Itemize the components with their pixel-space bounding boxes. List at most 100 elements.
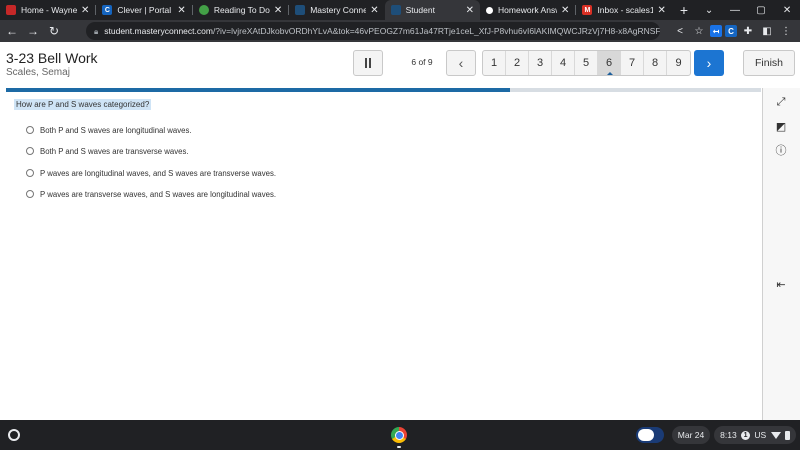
browser-tab-active[interactable]: Student ✕: [384, 0, 481, 20]
question-number-button[interactable]: 7: [621, 51, 644, 75]
browser-tab[interactable]: Homework Answ ✕: [480, 0, 575, 20]
tab-close-icon[interactable]: ✕: [81, 5, 89, 16]
question-navigator: 1 2 3 4 5 6 7 8 9: [482, 50, 691, 76]
accessibility-icon[interactable]: ⓘ: [773, 142, 789, 158]
forward-arrow-icon[interactable]: →: [24, 22, 42, 40]
radio-button[interactable]: [26, 190, 34, 198]
next-question-button[interactable]: ›: [694, 50, 724, 76]
extension-icon[interactable]: ↤: [710, 25, 722, 37]
launcher-icon[interactable]: [8, 429, 20, 441]
new-tab-button[interactable]: +: [672, 0, 696, 20]
answer-choice-label: P waves are transverse waves, and S wave…: [40, 189, 277, 199]
address-bar[interactable]: 🔒︎ student.masteryconnect.com /?iv=lvjre…: [86, 22, 660, 40]
url-host: student.masteryconnect.com: [104, 26, 213, 36]
pause-bar-icon: [369, 58, 371, 68]
browser-tab[interactable]: Home - Wayne Co ✕: [0, 0, 95, 20]
tab-close-icon[interactable]: ✕: [370, 5, 378, 16]
chevron-right-icon: ›: [706, 55, 712, 71]
clock-time: 8:13: [720, 430, 737, 440]
question-number-button[interactable]: 9: [667, 51, 690, 75]
answer-choice-label: P waves are longitudinal waves, and S wa…: [40, 168, 277, 178]
question-number-button[interactable]: 4: [552, 51, 575, 75]
lock-icon: 🔒︎: [94, 27, 99, 36]
finish-button[interactable]: Finish: [743, 50, 795, 76]
toolbar-actions: < ☆ ↤ C ✚ ◧ ⋮: [672, 22, 794, 40]
back-arrow-icon[interactable]: ←: [3, 22, 21, 40]
tab-close-icon[interactable]: ✕: [177, 5, 185, 16]
previous-question-button[interactable]: ‹: [446, 50, 476, 76]
running-indicator: [397, 446, 401, 448]
question-progress: 6 of 9: [411, 57, 433, 67]
os-shelf: Mar 24 8:13 1 US: [0, 420, 800, 450]
tab-title: Home - Wayne Co: [21, 5, 78, 15]
mastery-favicon-icon: [295, 5, 306, 15]
question-number-button-current[interactable]: 6: [598, 51, 621, 75]
answer-choice-label: Both P and S waves are transverse waves.: [40, 146, 189, 156]
question-prompt: How are P and S waves categorized?: [14, 99, 152, 110]
tab-favicon-icon: [6, 5, 16, 15]
question-number-button[interactable]: 2: [506, 51, 529, 75]
notepad-icon[interactable]: ◩: [773, 118, 789, 134]
minimize-icon[interactable]: —: [722, 5, 748, 16]
question-number-button[interactable]: 8: [644, 51, 667, 75]
mastery-favicon-icon: [390, 5, 401, 15]
question-number-button[interactable]: 3: [529, 51, 552, 75]
clever-favicon-icon: C: [102, 5, 113, 15]
answer-choice[interactable]: P waves are transverse waves, and S wave…: [26, 188, 276, 200]
question-number-button[interactable]: 1: [483, 51, 506, 75]
maximize-icon[interactable]: ▢: [748, 5, 774, 16]
browser-tab-strip: Home - Wayne Co ✕ C Clever | Portal ✕ Re…: [0, 0, 800, 20]
input-method-icon[interactable]: [636, 427, 664, 443]
clever-extension-icon[interactable]: C: [725, 25, 737, 37]
pause-bar-icon: [365, 58, 367, 68]
answer-choice[interactable]: Both P and S waves are transverse waves.: [26, 145, 189, 157]
answer-choice-label: Both P and S waves are longitudinal wave…: [40, 125, 192, 135]
tab-favicon-icon: [198, 5, 209, 15]
answer-choice[interactable]: Both P and S waves are longitudinal wave…: [26, 124, 192, 136]
share-icon[interactable]: <: [672, 23, 688, 39]
gmail-favicon-icon: M: [582, 5, 593, 15]
chevron-left-icon: ‹: [458, 55, 464, 71]
side-panel-icon[interactable]: ◧: [759, 23, 775, 39]
tab-close-icon[interactable]: ✕: [274, 5, 282, 16]
browser-tab[interactable]: M Inbox - scales129 ✕: [576, 0, 671, 20]
browser-toolbar: ← → ↻ 🔒︎ student.masteryconnect.com /?iv…: [0, 20, 800, 42]
tab-close-icon[interactable]: ✕: [561, 5, 569, 16]
locale-label: US: [754, 430, 767, 440]
tab-title: Mastery Connect: [310, 5, 367, 15]
radio-button[interactable]: [26, 169, 34, 177]
tab-title: Reading To Do, i-R: [213, 5, 270, 15]
browser-tab[interactable]: C Clever | Portal ✕: [96, 0, 191, 20]
browser-tab[interactable]: Reading To Do, i-R ✕: [193, 0, 288, 20]
answer-choice[interactable]: P waves are longitudinal waves, and S wa…: [26, 167, 276, 179]
url-path: /?iv=lvjreXAtDJkobvORDhYLvA&tok=46vPEOGZ…: [212, 26, 660, 36]
notification-icon: 1: [741, 430, 751, 440]
close-window-icon[interactable]: ✕: [774, 5, 800, 16]
wifi-icon: [770, 431, 781, 439]
page-title: 3-23 Bell Work: [6, 50, 98, 66]
browser-tab[interactable]: Mastery Connect ✕: [289, 0, 384, 20]
menu-dots-icon[interactable]: ⋮: [778, 23, 794, 39]
tab-close-icon[interactable]: ✕: [466, 5, 474, 16]
question-number-button[interactable]: 5: [575, 51, 598, 75]
ime-badge: [638, 429, 654, 441]
tab-title: Student: [405, 5, 435, 15]
question-area: How are P and S waves categorized? Both …: [6, 92, 761, 420]
tab-close-icon[interactable]: ✕: [657, 5, 665, 16]
radio-button[interactable]: [26, 147, 34, 155]
date-tray[interactable]: Mar 24: [672, 426, 710, 444]
extensions-puzzle-icon[interactable]: ✚: [740, 23, 756, 39]
radio-button[interactable]: [26, 126, 34, 134]
tools-sidebar: ⤢ ◩ ⓘ ⇤: [762, 88, 800, 420]
chrome-icon[interactable]: [391, 427, 407, 443]
bookmark-star-icon[interactable]: ☆: [691, 23, 707, 39]
tab-favicon-icon: [486, 6, 494, 14]
status-tray[interactable]: 8:13 1 US: [714, 426, 796, 444]
reload-icon[interactable]: ↻: [45, 22, 63, 40]
student-name: Scales, Semaj: [6, 67, 70, 78]
tab-title: Inbox - scales129: [597, 5, 654, 15]
pause-button[interactable]: [353, 50, 383, 76]
expand-icon[interactable]: ⤢: [773, 94, 789, 110]
tab-search-icon[interactable]: ⌄: [696, 5, 722, 16]
collapse-panel-icon[interactable]: ⇤: [773, 276, 789, 292]
